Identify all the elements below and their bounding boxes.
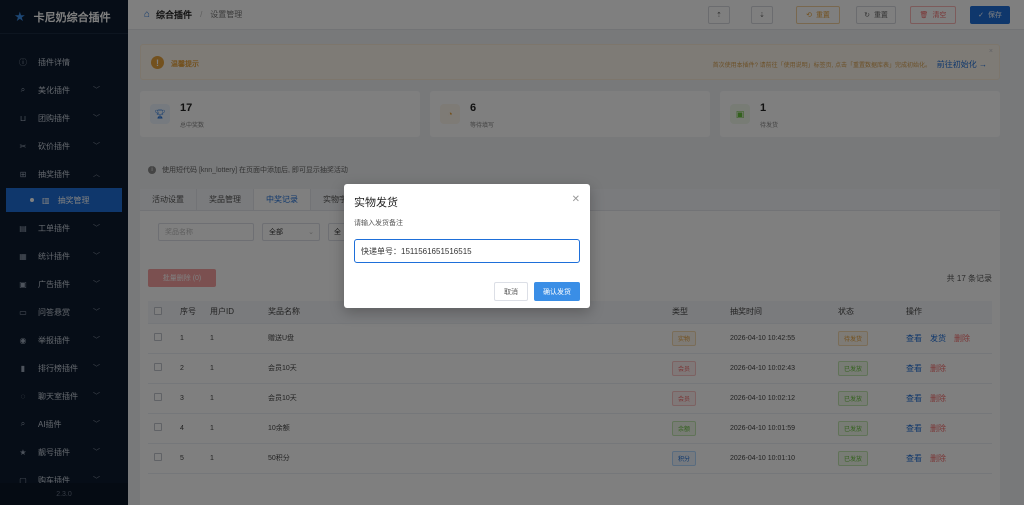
confirm-ship-button[interactable]: 确认发货 <box>534 282 580 301</box>
cancel-button[interactable]: 取消 <box>494 282 528 301</box>
dialog-title: 实物发货 <box>354 197 398 209</box>
ship-dialog: 实物发货 ✕ 请输入发货备注 快递单号：1511561651516515 取消 … <box>344 184 590 308</box>
shipping-note-input[interactable]: 快递单号：1511561651516515 <box>354 239 580 263</box>
close-icon[interactable]: ✕ <box>572 194 580 205</box>
dialog-message: 请输入发货备注 <box>354 220 403 227</box>
